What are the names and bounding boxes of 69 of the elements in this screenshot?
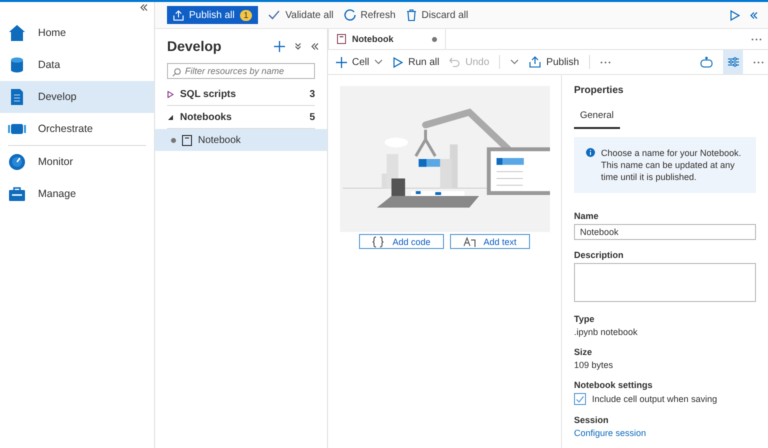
document-icon	[8, 88, 26, 106]
info-icon	[586, 148, 595, 157]
nav-item[interactable]: Orchestrate	[0, 113, 154, 145]
more-icon[interactable]	[600, 60, 612, 64]
chevron-down-icon	[374, 59, 384, 65]
text-format-icon	[462, 236, 476, 248]
notebook-icon	[337, 34, 346, 44]
collapse-all-icon[interactable]	[295, 42, 301, 50]
search-field[interactable]: Filter resources by name	[167, 63, 315, 79]
toolbar-button[interactable]: Discard all	[422, 10, 468, 20]
gauge-icon	[8, 153, 26, 171]
play-icon	[393, 56, 404, 68]
collapse-icon[interactable]	[140, 4, 148, 11]
refresh-icon	[344, 9, 356, 21]
publish-all-button[interactable]: Publish all 1	[167, 6, 258, 24]
tree-group[interactable]: SQL scripts 3	[167, 83, 315, 106]
editor-tab[interactable]: Notebook	[328, 29, 446, 49]
count-badge: 1	[240, 10, 252, 20]
checkbox[interactable]	[574, 393, 586, 405]
toolbar-button[interactable]: Publish	[529, 56, 580, 68]
checkmark-icon	[268, 9, 280, 21]
field-label: Notebook settings	[574, 380, 654, 390]
name-field[interactable]: Notebook	[574, 224, 756, 240]
braces-icon	[372, 236, 384, 248]
robot-icon[interactable]	[700, 56, 713, 68]
panel-title: Properties	[574, 85, 624, 96]
description-field[interactable]	[574, 263, 756, 302]
play-icon[interactable]	[730, 10, 740, 20]
upload-icon	[173, 10, 184, 20]
panel-title: Develop	[167, 38, 222, 54]
unsaved-dot	[432, 36, 437, 42]
toolbar-button[interactable]: Run all	[393, 56, 440, 68]
add-cell-button[interactable]: Add text	[450, 234, 530, 249]
nav-item[interactable]: Manage	[0, 178, 154, 210]
more-icon[interactable]	[751, 38, 762, 40]
field-label: Name	[574, 211, 600, 222]
configure-session-link[interactable]: Configure session	[574, 428, 756, 438]
toolbar-button[interactable]: Validate all	[285, 10, 334, 20]
chevron-down-icon[interactable]	[510, 59, 520, 65]
collapse-icon[interactable]	[311, 42, 319, 50]
nav-item[interactable]: Monitor	[0, 146, 154, 178]
field-label: Session	[574, 415, 610, 425]
notebook-icon	[182, 134, 192, 146]
properties-tab[interactable]: General	[574, 110, 620, 129]
checkbox-label: Include cell output when saving	[592, 394, 718, 404]
nav-item[interactable]: Develop	[0, 81, 154, 113]
type-value: .ipynb notebook	[574, 327, 639, 337]
upload-icon	[529, 56, 542, 68]
delete-icon	[406, 9, 417, 21]
collapse-icon[interactable]	[750, 12, 758, 18]
size-value: 109 bytes	[574, 360, 614, 370]
toolbox-icon	[8, 185, 26, 203]
toolbar-button[interactable]: Refresh	[360, 10, 396, 20]
more-icon[interactable]	[753, 60, 764, 64]
nav-item[interactable]: Home	[0, 17, 154, 49]
home-icon	[8, 24, 26, 42]
info-text: Choose a name for your Notebook. This name can be updated at any time until it is published.	[601, 147, 742, 184]
field-label: Description	[574, 250, 625, 260]
undo-icon	[449, 56, 460, 68]
plus-icon	[336, 56, 347, 68]
search-icon	[172, 68, 181, 77]
tree-item[interactable]: Notebook	[155, 129, 327, 151]
nav-item[interactable]: Data	[0, 49, 154, 81]
toolbar-button[interactable]: Cell	[336, 56, 384, 68]
add-cell-button[interactable]: Add code	[359, 234, 444, 249]
database-icon	[8, 56, 26, 74]
field-label: Size	[574, 347, 594, 357]
field-label: Type	[574, 314, 596, 324]
properties-toggle-icon[interactable]	[723, 50, 743, 74]
